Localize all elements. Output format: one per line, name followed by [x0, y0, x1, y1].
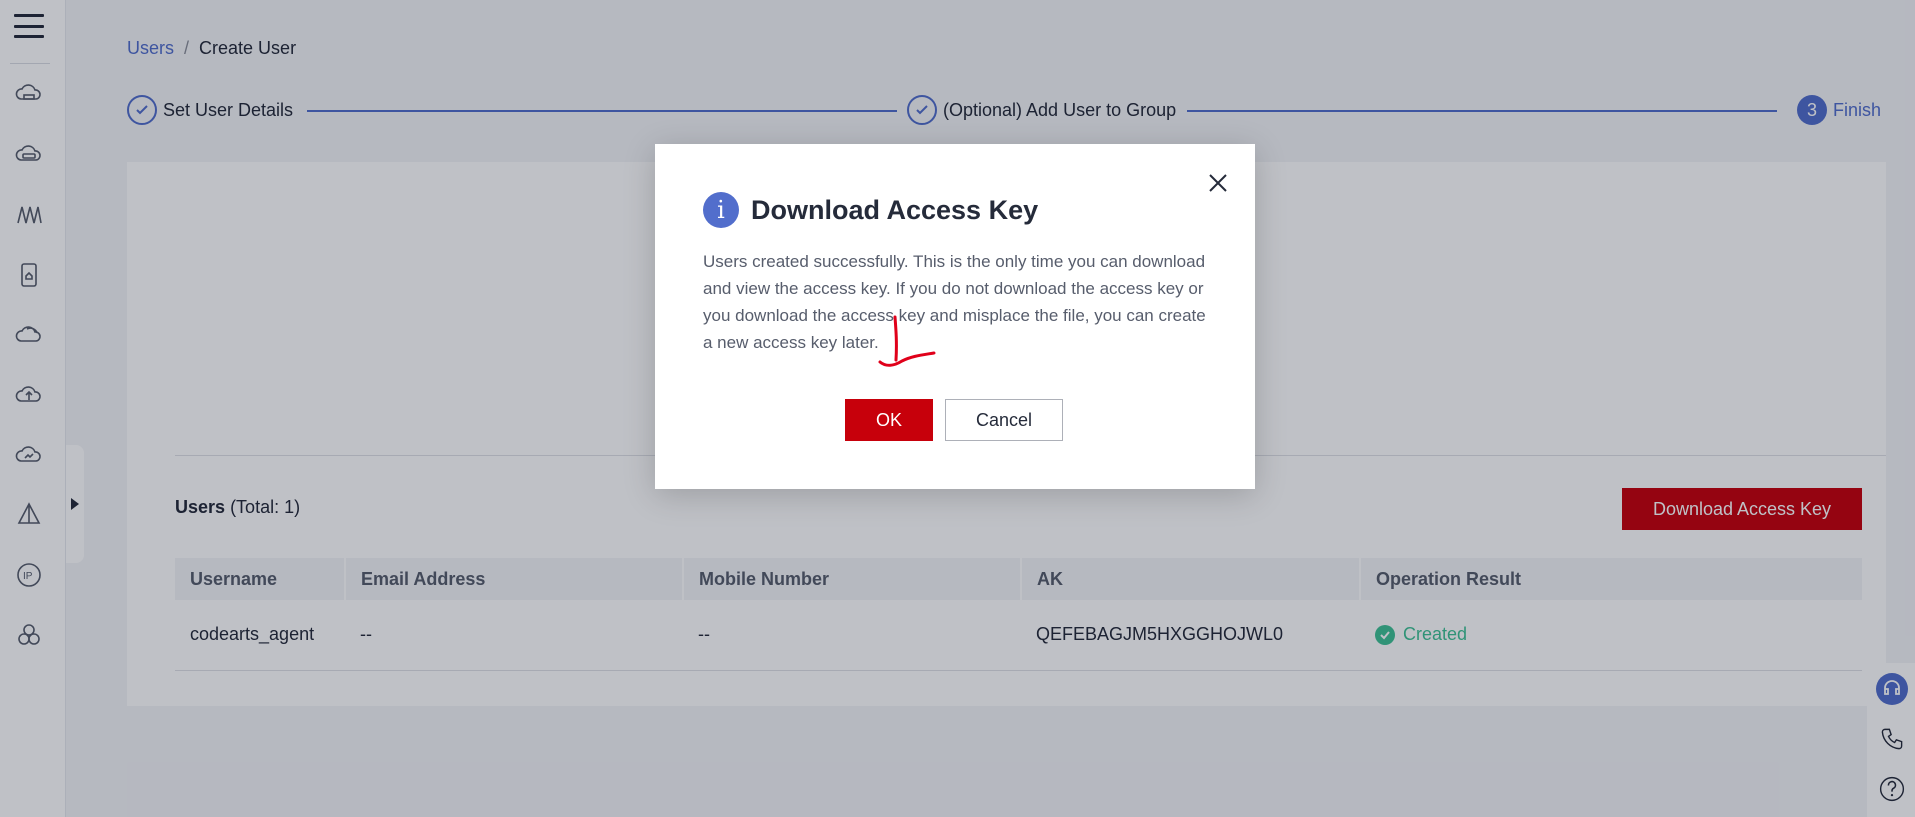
info-icon: i: [703, 192, 739, 228]
download-access-key-dialog: i Download Access Key Users created succ…: [655, 144, 1255, 489]
ok-button[interactable]: OK: [845, 399, 933, 441]
cancel-button[interactable]: Cancel: [945, 399, 1063, 441]
dialog-title: Download Access Key: [751, 194, 1039, 225]
dialog-message: Users created successfully. This is the …: [703, 252, 1206, 352]
close-icon[interactable]: [1207, 172, 1229, 194]
dialog-header: i Download Access Key: [703, 192, 1038, 228]
